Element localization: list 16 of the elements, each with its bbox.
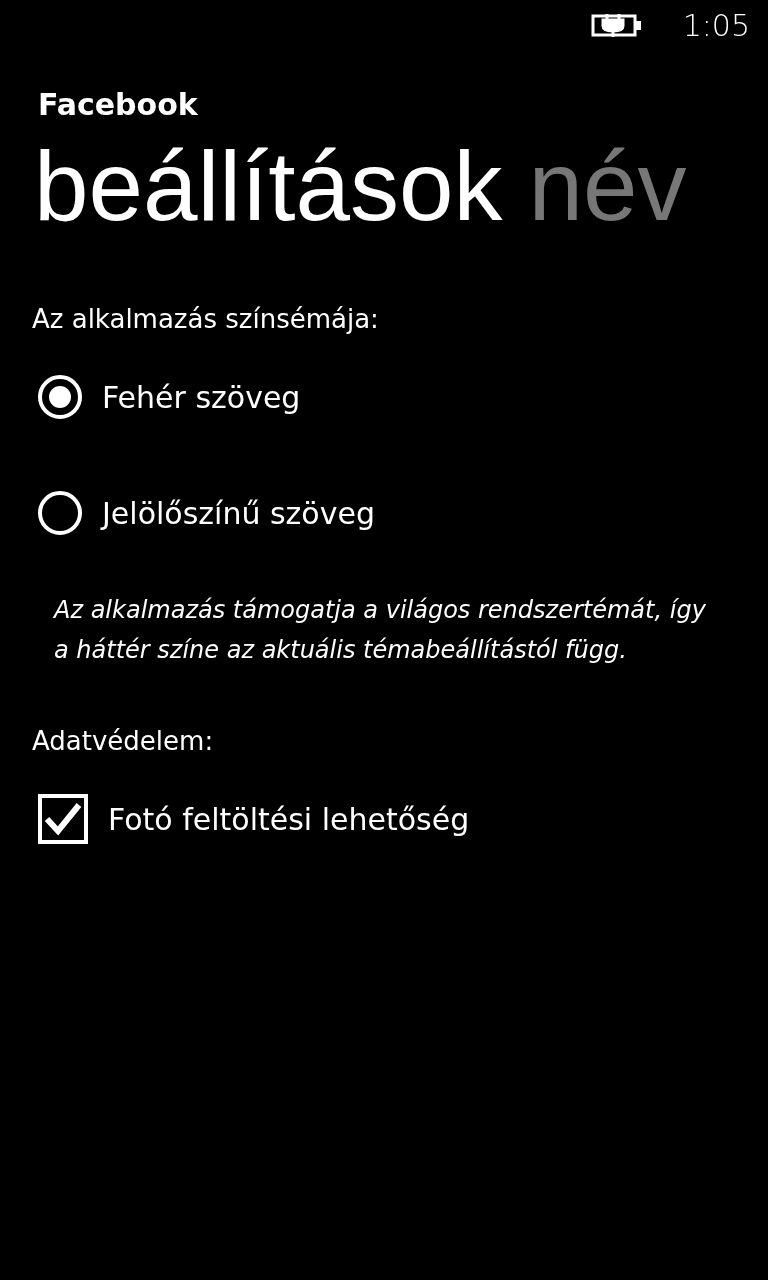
section-heading: Adatvédelem:	[32, 726, 215, 756]
option-label: Jelölőszínű szöveg	[102, 495, 375, 531]
note-text: Az alkalmazás támogatja a világos rendszertémát, így a háttér színe az aktuális témabeállítástól függ.	[52, 595, 707, 666]
radio-option[interactable]: Jelölőszínű szöveg	[32, 488, 736, 538]
app-title: Facebook	[37, 86, 199, 122]
checkbox[interactable]	[38, 794, 88, 844]
clock-time: 1:05	[682, 7, 750, 43]
pivot-header[interactable]: név	[528, 124, 687, 248]
option-label: Fotó feltöltési lehetőség	[108, 801, 470, 837]
pivot-header[interactable]: beállítások	[34, 124, 503, 248]
radio-button[interactable]	[38, 375, 82, 419]
checkbox-option[interactable]: Fotó feltöltési lehetőség	[32, 794, 736, 844]
option-label: Fehér szöveg	[102, 379, 301, 415]
radio-button[interactable]	[38, 491, 82, 535]
radio-option[interactable]: Fehér szöveg	[32, 372, 736, 422]
section-heading: Az alkalmazás színsémája:	[32, 304, 380, 334]
